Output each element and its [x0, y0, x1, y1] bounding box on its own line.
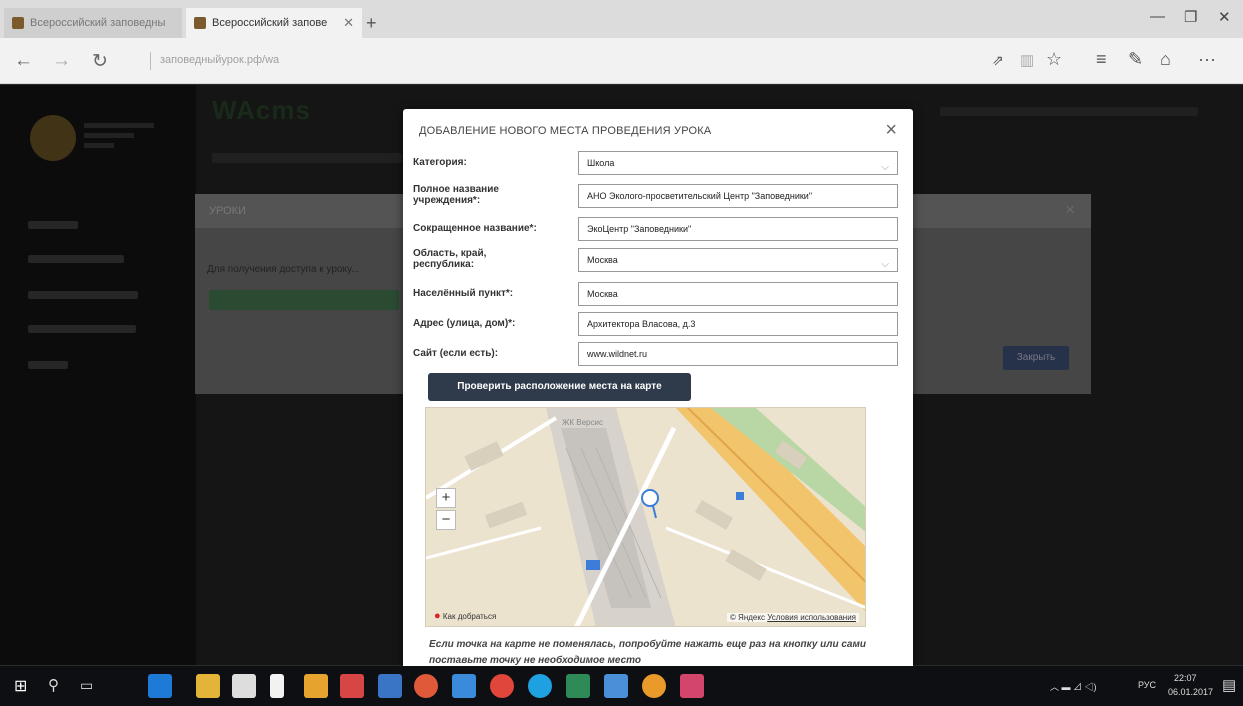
city-input[interactable]: Москва	[578, 282, 898, 306]
close-button[interactable]: Закрыть	[1003, 346, 1069, 370]
forward-icon[interactable]: →	[52, 50, 71, 72]
address-input[interactable]: Архитектора Власова, д.3	[578, 312, 898, 336]
site-input[interactable]: www.wildnet.ru	[578, 342, 898, 366]
region-value: Москва	[587, 255, 618, 265]
background-dialog-text: Для получения доступа к уроку...	[207, 264, 360, 275]
map-canvas	[426, 408, 865, 626]
yandex-browser-icon[interactable]	[414, 674, 438, 698]
sidebar-item[interactable]	[28, 255, 124, 263]
windows-taskbar: ⊞ ⚲ ▭ ︿ ▬ ⊿ ◁) РУС 22:07 06.01.2017 ▤	[0, 666, 1243, 706]
pdf-icon[interactable]	[340, 674, 364, 698]
how-to-get-link[interactable]: ● Как добраться	[434, 610, 496, 622]
zoom-in-button[interactable]: +	[436, 488, 456, 508]
add-place-button[interactable]	[209, 290, 399, 310]
logo-text	[84, 123, 154, 149]
maximize-icon[interactable]: ❐	[1184, 8, 1197, 26]
app-icon[interactable]	[604, 674, 628, 698]
edge-icon[interactable]	[148, 674, 172, 698]
short-name-input[interactable]: ЭкоЦентр "Заповедники"	[578, 217, 898, 241]
sidebar-item[interactable]	[28, 361, 68, 369]
task-view-icon[interactable]: ▭	[80, 677, 93, 694]
map-copyright: © Яндекс Условия использования	[726, 613, 859, 622]
browser-tab-2-active[interactable]: Всероссийский запове ✕	[186, 8, 362, 38]
browser-tab-1[interactable]: Всероссийский заповедны	[4, 8, 182, 38]
tab-label: Всероссийский запове	[212, 17, 328, 29]
skype-icon[interactable]	[528, 674, 552, 698]
yandex-map[interactable]: ЖК Версис + − ● Как добраться © Яндекс У…	[425, 407, 866, 627]
sidebar-item[interactable]	[28, 291, 138, 299]
address-bar: ← → ↻ заповедныйурок.рф/wa ⇗ ▥ ☆ ≡ ✎ ⌂ ·…	[0, 38, 1243, 84]
hub-icon[interactable]: ≡	[1096, 49, 1107, 70]
full-name-input[interactable]: АНО Эколого-просветительский Центр "Запо…	[578, 184, 898, 208]
chevron-down-icon: ⌵	[881, 259, 889, 270]
clock-date[interactable]: 06.01.2017	[1168, 687, 1213, 697]
zoom-out-button[interactable]: −	[436, 510, 456, 530]
city-label: Населённый пункт*:	[413, 288, 514, 299]
tray-icons[interactable]: ︿ ▬ ⊿ ◁)	[1050, 680, 1097, 693]
outlook-icon[interactable]	[452, 674, 476, 698]
url-input[interactable]: заповедныйурок.рф/wa	[160, 54, 279, 66]
chevron-down-icon: ⌵	[881, 162, 889, 173]
how-to-get-label: Как добраться	[442, 612, 497, 621]
divider	[150, 52, 151, 70]
short-name-label: Сокращенное название*:	[413, 223, 537, 234]
explorer-icon[interactable]	[196, 674, 220, 698]
sidebar-item[interactable]	[28, 221, 78, 229]
document-icon[interactable]	[270, 674, 284, 698]
site-favicon-icon	[194, 17, 206, 29]
reading-view-icon[interactable]: ⇗	[992, 52, 1004, 69]
reading-list-icon[interactable]: ▥	[1020, 51, 1034, 69]
chrome-icon[interactable]	[642, 674, 666, 698]
tab-label: Всероссийский заповедны	[30, 17, 166, 29]
user-info	[940, 107, 1198, 116]
minimize-icon[interactable]: —	[1150, 8, 1165, 25]
site-label: Сайт (если есть):	[413, 348, 499, 359]
background-dialog-title: УРОКИ	[209, 205, 246, 217]
close-window-icon[interactable]: ✕	[1218, 8, 1231, 26]
logo	[30, 115, 76, 161]
store-icon[interactable]	[232, 674, 256, 698]
region-label: Область, край, республика:	[413, 248, 487, 270]
copyright-text: © Яндекс	[729, 613, 765, 622]
yandex-icon[interactable]	[490, 674, 514, 698]
refresh-icon[interactable]: ↻	[92, 50, 108, 73]
category-label: Категория:	[413, 157, 467, 168]
start-icon[interactable]: ⊞	[14, 676, 27, 696]
excel-icon[interactable]	[566, 674, 590, 698]
share-icon[interactable]: ⌂	[1160, 49, 1171, 70]
address-label: Адрес (улица, дом)*:	[413, 318, 516, 329]
site-favicon-icon	[12, 17, 24, 29]
back-icon[interactable]: ←	[14, 50, 33, 72]
modal-close-icon[interactable]: ×	[885, 119, 897, 142]
close-tab-icon[interactable]: ✕	[343, 15, 354, 31]
image-app-icon[interactable]	[680, 674, 704, 698]
modal-title: ДОБАВЛЕНИЕ НОВОГО МЕСТА ПРОВЕДЕНИЯ УРОКА	[419, 125, 712, 137]
notifications-icon[interactable]: ▤	[1222, 676, 1236, 694]
more-icon[interactable]: ···	[1198, 49, 1216, 70]
subtitle	[212, 153, 402, 163]
new-tab-button[interactable]: +	[366, 13, 377, 34]
page-title: WAcms	[212, 95, 311, 125]
favorite-icon[interactable]: ☆	[1046, 49, 1062, 70]
media-icon[interactable]	[304, 674, 328, 698]
clock-time[interactable]: 22:07	[1174, 673, 1197, 683]
map-district-label: ЖК Версис	[562, 418, 603, 427]
add-lesson-place-modal: ДОБАВЛЕНИЕ НОВОГО МЕСТА ПРОВЕДЕНИЯ УРОКА…	[403, 109, 913, 677]
sidebar	[0, 85, 196, 665]
language-indicator[interactable]: РУС	[1138, 680, 1156, 690]
category-select[interactable]: Школа ⌵	[578, 151, 898, 175]
region-select[interactable]: Москва ⌵	[578, 248, 898, 272]
full-name-label: Полное название учреждения*:	[413, 184, 499, 206]
category-value: Школа	[587, 158, 615, 168]
map-pin-icon: ●	[434, 610, 441, 622]
terms-link[interactable]: Условия использования	[767, 613, 856, 622]
notes-icon[interactable]: ✎	[1128, 49, 1143, 70]
browser-tab-bar: Всероссийский заповедны Всероссийский за…	[0, 0, 1243, 38]
close-icon[interactable]: ×	[1065, 200, 1075, 220]
sidebar-item[interactable]	[28, 325, 136, 333]
monitor-icon[interactable]	[378, 674, 402, 698]
map-hint-text: Если точка на карте не поменялась, попро…	[429, 639, 866, 666]
search-icon[interactable]: ⚲	[48, 676, 59, 694]
check-location-button[interactable]: Проверить расположение места на карте	[428, 373, 691, 401]
